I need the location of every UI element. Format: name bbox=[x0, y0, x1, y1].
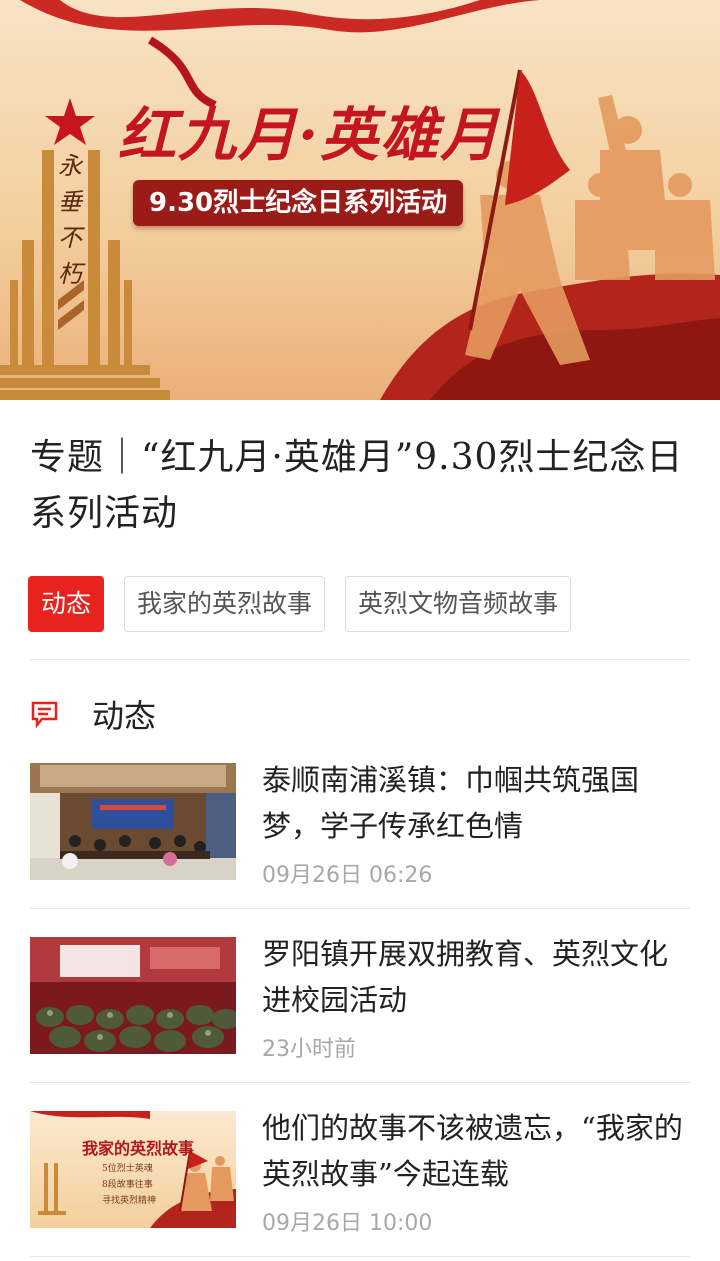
thumbnail-title: 我家的英烈故事 bbox=[82, 1139, 195, 1158]
article-thumbnail bbox=[30, 937, 236, 1054]
tab-news[interactable]: 动态 bbox=[28, 576, 105, 632]
article-thumbnail: 我家的英烈故事 5位烈士英魂 8段故事往事 寻找英烈精神 bbox=[30, 1111, 236, 1228]
section-header: 动态 bbox=[30, 690, 156, 738]
monument-inscription: 永垂不朽 bbox=[58, 152, 82, 288]
article-timestamp: 09月26日 10:00 bbox=[262, 1211, 433, 1236]
page-title: 专题｜“红九月·英雄月”9.30烈士纪念日系列活动 bbox=[30, 437, 684, 534]
section-label: 动态 bbox=[92, 697, 157, 735]
banner-subtitle: 9.30烈士纪念日系列活动 bbox=[133, 180, 464, 226]
article-title[interactable]: 罗阳镇开展双拥教育、英烈文化进校园活动 bbox=[262, 931, 692, 1023]
thumbnail-line: 5位烈士英魂 bbox=[102, 1164, 153, 1174]
divider bbox=[30, 1082, 690, 1083]
article-thumbnail bbox=[30, 763, 236, 880]
article-timestamp: 23小时前 bbox=[262, 1037, 356, 1062]
banner-title: 红九月·英雄月 bbox=[118, 101, 501, 169]
divider bbox=[30, 1256, 690, 1257]
list-item[interactable]: 我家的英烈故事 5位烈士英魂 8段故事往事 寻找英烈精神 他们的故事不该被遗忘，… bbox=[30, 1111, 690, 1236]
tab-relic-audio-stories[interactable]: 英烈文物音频故事 bbox=[345, 576, 572, 632]
article-title[interactable]: 泰顺南浦溪镇：巾帼共筑强国梦，学子传承红色情 bbox=[262, 757, 692, 849]
thumbnail-line: 8段故事往事 bbox=[102, 1180, 153, 1190]
article-title[interactable]: 他们的故事不该被遗忘，“我家的英烈故事”今起连载 bbox=[262, 1105, 692, 1197]
list-item[interactable]: 泰顺南浦溪镇：巾帼共筑强国梦，学子传承红色情 09月26日 06:26 bbox=[30, 763, 690, 888]
tab-family-hero-stories[interactable]: 我家的英烈故事 bbox=[124, 576, 326, 632]
hero-banner: 永垂不朽 红九月·英雄月 9.30烈士纪念日系列活动 bbox=[0, 0, 720, 400]
list-item[interactable]: 罗阳镇开展双拥教育、英烈文化进校园活动 23小时前 bbox=[30, 937, 690, 1062]
category-tabs: 动态 我家的英烈故事 英烈文物音频故事 bbox=[28, 576, 572, 632]
news-icon bbox=[31, 701, 58, 729]
divider bbox=[30, 908, 690, 909]
thumbnail-line: 寻找英烈精神 bbox=[102, 1196, 157, 1206]
divider bbox=[30, 659, 690, 660]
article-timestamp: 09月26日 06:26 bbox=[262, 863, 433, 888]
